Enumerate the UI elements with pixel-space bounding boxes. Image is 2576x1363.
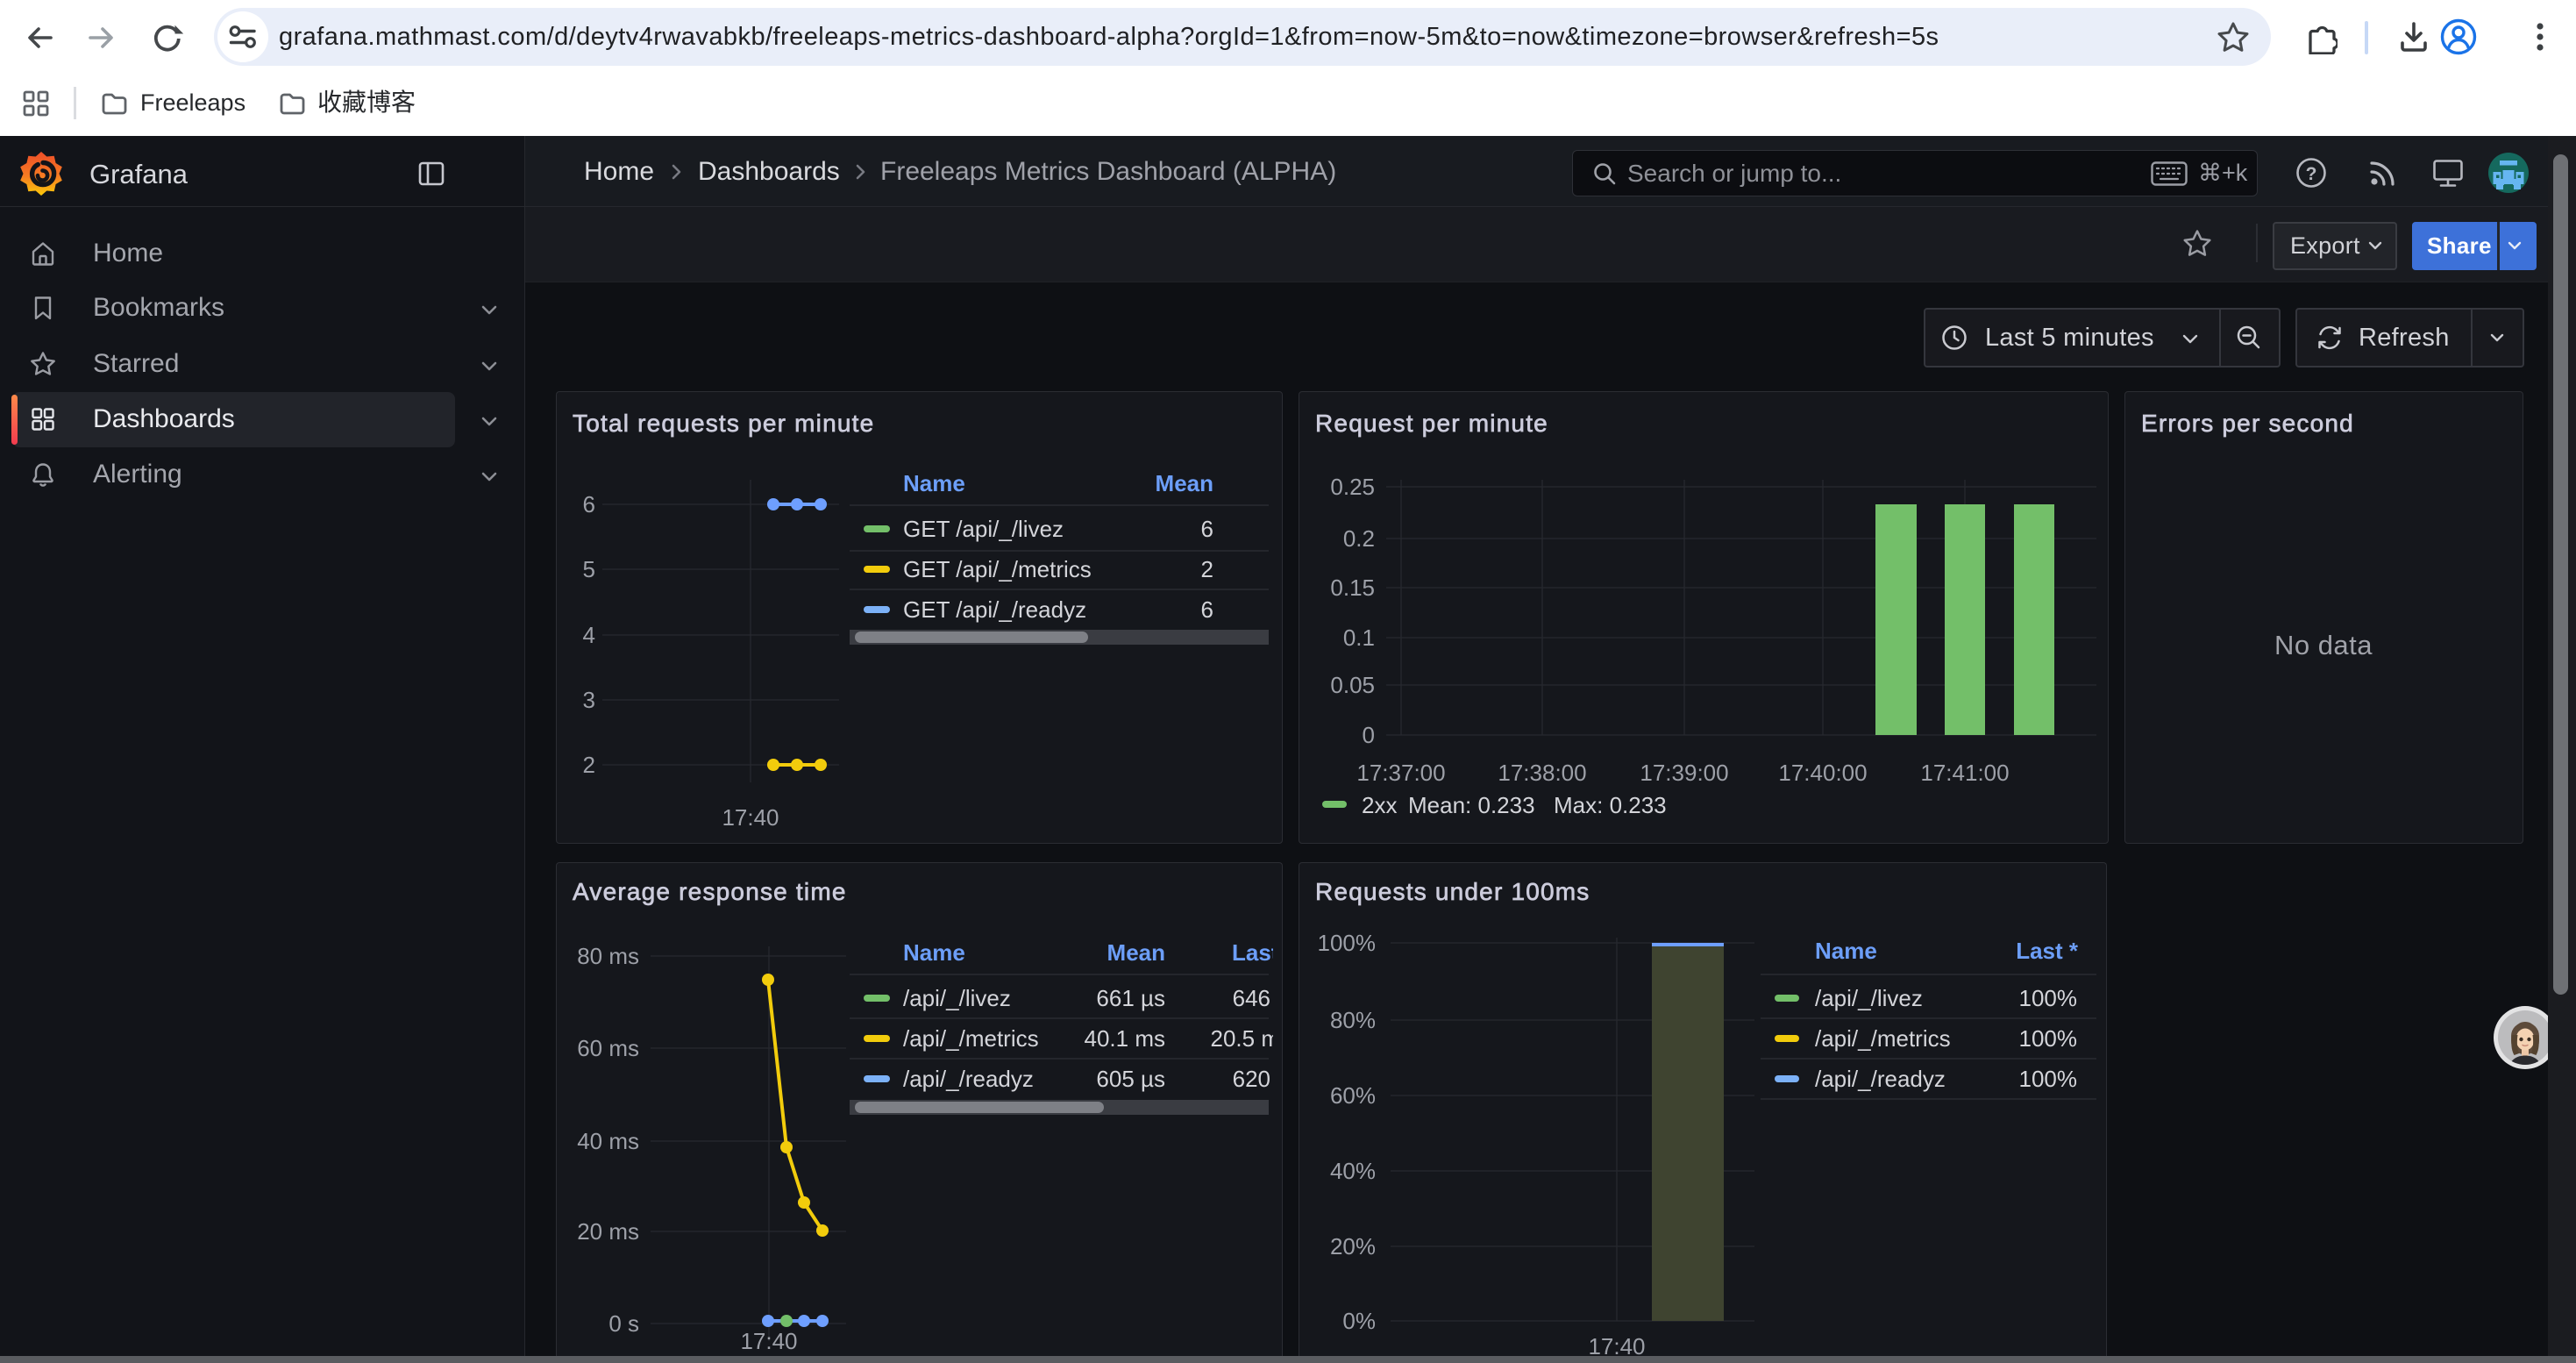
svg-text:605 µs: 605 µs	[1096, 1066, 1165, 1092]
svg-text:/api/_/metrics: /api/_/metrics	[1815, 1025, 1951, 1052]
svg-text:Max: 0.233: Max: 0.233	[1554, 792, 1667, 818]
svg-text:0.15: 0.15	[1330, 574, 1375, 601]
svg-text:17:38:00: 17:38:00	[1498, 760, 1586, 786]
svg-text:17:37:00: 17:37:00	[1356, 760, 1445, 786]
svg-text:661 µs: 661 µs	[1096, 985, 1165, 1011]
svg-text:6: 6	[1201, 596, 1213, 623]
svg-text:80 ms: 80 ms	[577, 943, 639, 969]
svg-text:5: 5	[583, 556, 595, 582]
svg-text:3: 3	[583, 687, 595, 713]
svg-text:80%: 80%	[1330, 1007, 1376, 1033]
svg-text:/api/_/readyz: /api/_/readyz	[1815, 1066, 1946, 1092]
svg-text:Last *: Last *	[2016, 938, 2079, 964]
svg-text:40.1 ms: 40.1 ms	[1085, 1025, 1166, 1052]
svg-text:?: ?	[2306, 164, 2317, 184]
svg-text:0.2: 0.2	[1343, 525, 1375, 552]
svg-text:Last *: Last *	[1232, 939, 1282, 966]
svg-text:/api/_/readyz: /api/_/readyz	[903, 1066, 1034, 1092]
svg-text:GET /api/_/livez: GET /api/_/livez	[903, 516, 1064, 542]
svg-text:Mean: 0.233: Mean: 0.233	[1408, 792, 1535, 818]
svg-text:17:41:00: 17:41:00	[1920, 760, 2009, 786]
svg-text:0.1: 0.1	[1343, 624, 1375, 651]
svg-text:Total requests per minute: Total requests per minute	[573, 410, 874, 437]
svg-text:2: 2	[583, 752, 595, 778]
svg-text:646: 646	[1233, 985, 1270, 1011]
svg-text:17:39:00: 17:39:00	[1640, 760, 1728, 786]
svg-text:0 s: 0 s	[608, 1310, 639, 1337]
svg-text:4: 4	[583, 622, 595, 648]
svg-text:20.5 ms: 20.5 ms	[1211, 1025, 1283, 1052]
svg-text:6: 6	[583, 491, 595, 517]
svg-text:40 ms: 40 ms	[577, 1128, 639, 1154]
svg-text:/api/_/livez: /api/_/livez	[1815, 985, 1923, 1011]
svg-text:Mean: Mean	[1156, 470, 1213, 496]
svg-text:0.05: 0.05	[1330, 672, 1375, 698]
svg-text:Mean: Mean	[1107, 939, 1165, 966]
svg-text:100%: 100%	[2019, 1066, 2078, 1092]
svg-text:100%: 100%	[2019, 1025, 2078, 1052]
svg-text:Name: Name	[903, 470, 965, 496]
svg-text:2xx: 2xx	[1362, 792, 1397, 818]
svg-text:Name: Name	[903, 939, 965, 966]
svg-text:17:40: 17:40	[740, 1328, 797, 1354]
svg-text:No data: No data	[2274, 630, 2373, 660]
svg-text:Name: Name	[1815, 938, 1877, 964]
svg-text:Errors per second: Errors per second	[2141, 410, 2354, 437]
svg-text:17:40: 17:40	[722, 804, 779, 831]
svg-text:2: 2	[1201, 556, 1213, 582]
svg-text:60%: 60%	[1330, 1082, 1376, 1109]
svg-text:Request per minute: Request per minute	[1315, 410, 1548, 437]
svg-text:6: 6	[1201, 516, 1213, 542]
svg-text:20%: 20%	[1330, 1233, 1376, 1260]
svg-text:60 ms: 60 ms	[577, 1035, 639, 1061]
svg-text:20 ms: 20 ms	[577, 1218, 639, 1245]
svg-text:100%: 100%	[1318, 930, 1377, 956]
svg-text:0%: 0%	[1342, 1308, 1376, 1334]
svg-text:100%: 100%	[2019, 985, 2078, 1011]
svg-text:620: 620	[1233, 1066, 1270, 1092]
svg-text:/api/_/livez: /api/_/livez	[903, 985, 1011, 1011]
svg-text:GET /api/_/readyz: GET /api/_/readyz	[903, 596, 1086, 623]
svg-text:0: 0	[1363, 722, 1375, 748]
svg-text:/api/_/metrics: /api/_/metrics	[903, 1025, 1039, 1052]
svg-text:0.25: 0.25	[1330, 474, 1375, 500]
svg-text:GET /api/_/metrics: GET /api/_/metrics	[903, 556, 1092, 582]
svg-text:40%: 40%	[1330, 1158, 1376, 1184]
svg-text:17:40:00: 17:40:00	[1778, 760, 1867, 786]
svg-text:Requests under 100ms: Requests under 100ms	[1315, 878, 1590, 905]
svg-text:Average response time: Average response time	[573, 878, 847, 905]
